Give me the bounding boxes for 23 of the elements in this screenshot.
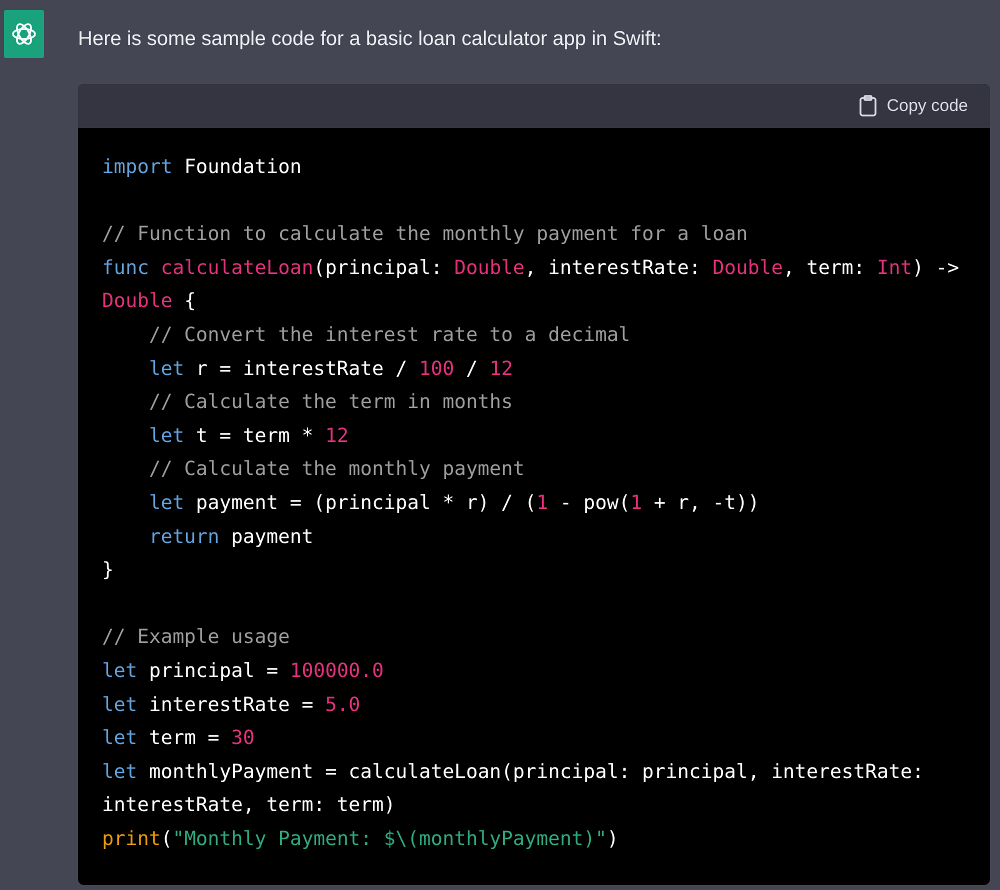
code-line: func calculateLoan(principal: Double, interestRate: Double, term: Int) -> <box>102 254 960 281</box>
code-line: interestRate, term: term) <box>102 792 396 818</box>
code-line: print("Monthly Payment: $\(monthlyPayment)") <box>102 826 620 852</box>
code-line: import Foundation <box>102 154 303 180</box>
code-line: // Example usage <box>102 624 291 650</box>
code-line: // Convert the interest rate to a decimal <box>148 322 632 348</box>
knot-logo-icon <box>10 20 38 48</box>
code-line: let r = interestRate / 100 / 12 <box>148 356 514 382</box>
code-line: return payment <box>148 524 314 550</box>
code-line: let payment = (principal * r) / (1 - pow(1 + r, -t)) <box>148 490 760 516</box>
copy-code-button[interactable]: Copy code <box>858 95 968 117</box>
code-line: let t = term * 12 <box>148 422 350 449</box>
code-line: let interestRate = 5.0 <box>102 692 362 718</box>
code-line: let principal = 100000.0 <box>102 658 385 684</box>
code-line: // Function to calculate the monthly payment for a loan <box>102 221 749 248</box>
code-line: Double { <box>102 288 197 314</box>
code-line: // Calculate the term in months <box>148 389 514 416</box>
message-text: Here is some sample code for a basic loan calculator app in Swift: <box>78 27 663 52</box>
code-line: // Calculate the monthly payment <box>148 456 526 482</box>
code-line: } <box>102 557 115 584</box>
code-line: let monthlyPayment = calculateLoan(principal: principal, interestRate: <box>102 758 925 785</box>
code-line: let term = 30 <box>102 725 256 752</box>
clipboard-icon <box>858 95 877 117</box>
